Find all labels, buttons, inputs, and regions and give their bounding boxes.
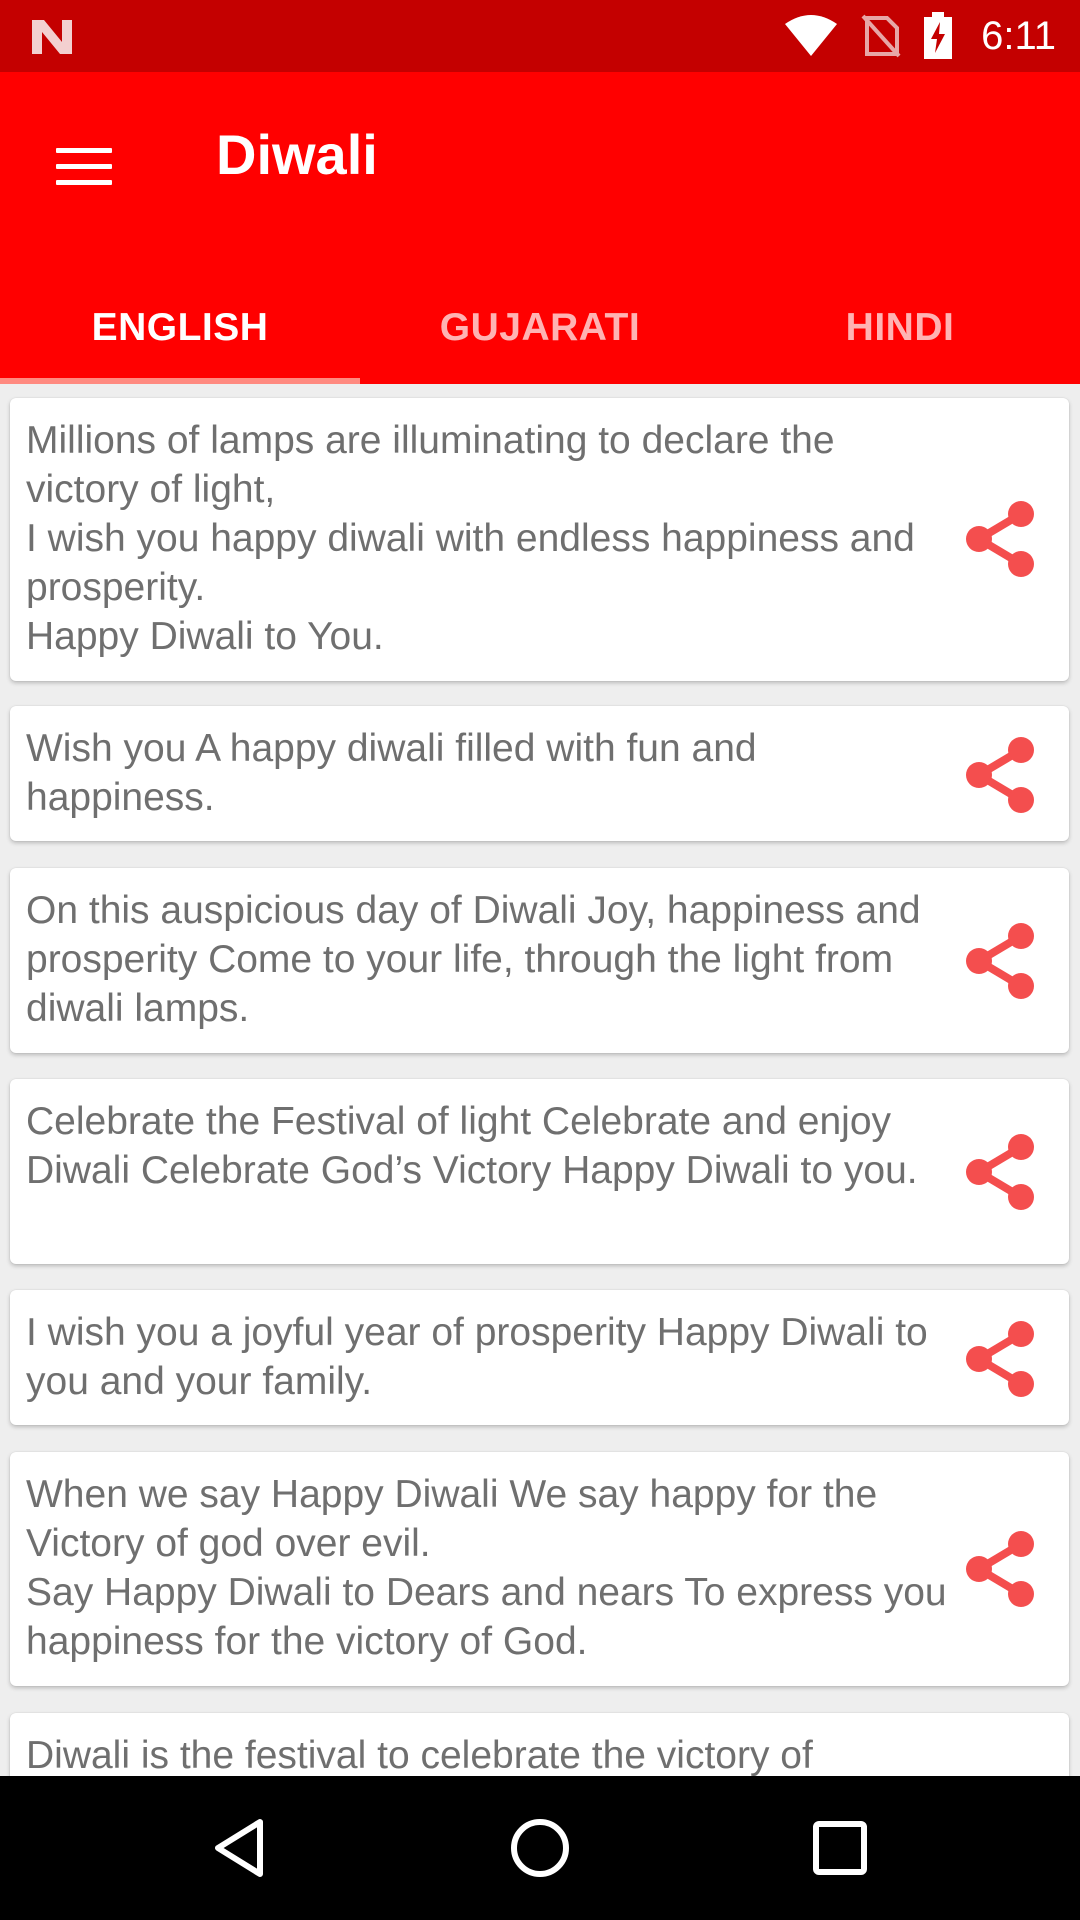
message-card: When we say Happy Diwali We say happy fo… [10, 1452, 1069, 1686]
back-icon[interactable] [204, 1812, 276, 1884]
message-card: I wish you a joyful year of prosperity H… [10, 1290, 1069, 1425]
status-bar: 6:11 [0, 0, 1080, 72]
share-icon[interactable] [961, 500, 1039, 578]
message-card: Millions of lamps are illuminating to de… [10, 398, 1069, 681]
navigation-bar [0, 1776, 1080, 1920]
notification-n-icon [32, 20, 72, 54]
message-text: Millions of lamps are illuminating to de… [26, 419, 915, 658]
share-icon[interactable] [961, 1530, 1039, 1608]
tab-gujarati-label: GUJARATI [439, 306, 641, 349]
message-card: Wish you A happy diwali filled with fun … [10, 706, 1069, 841]
message-text: Wish you A happy diwali filled with fun … [26, 727, 757, 819]
message-list[interactable]: Millions of lamps are illuminating to de… [0, 384, 1080, 1776]
share-icon[interactable] [961, 922, 1039, 1000]
tab-english[interactable]: ENGLISH [0, 272, 360, 384]
app-bar: Diwali ENGLISH GUJARATI HINDI [0, 72, 1080, 384]
home-icon[interactable] [504, 1812, 576, 1884]
message-text: I wish you a joyful year of prosperity H… [26, 1311, 928, 1403]
battery-charging-icon [924, 12, 953, 59]
no-sim-icon [861, 14, 901, 58]
message-card: Diwali is the festival to celebrate the … [10, 1713, 1069, 1776]
message-text: On this auspicious day of Diwali Joy, ha… [26, 889, 921, 1030]
tab-english-label: ENGLISH [91, 306, 269, 349]
recents-icon[interactable] [804, 1812, 876, 1884]
share-icon[interactable] [961, 736, 1039, 814]
share-icon[interactable] [961, 1133, 1039, 1211]
clock-time: 6:11 [981, 13, 1056, 58]
message-card: Celebrate the Festival of light Celebrat… [10, 1079, 1069, 1264]
message-text: When we say Happy Diwali We say happy fo… [26, 1473, 947, 1663]
tab-hindi-label: HINDI [845, 306, 955, 349]
wifi-icon [785, 15, 838, 56]
page-title: Diwali [216, 123, 378, 186]
message-text: Celebrate the Festival of light Celebrat… [26, 1100, 918, 1192]
tab-bar: ENGLISH GUJARATI HINDI [0, 272, 1080, 384]
tab-hindi[interactable]: HINDI [720, 272, 1080, 384]
hamburger-menu-icon[interactable] [48, 130, 120, 202]
share-icon[interactable] [961, 1320, 1039, 1398]
tab-gujarati[interactable]: GUJARATI [360, 272, 720, 384]
message-card: On this auspicious day of Diwali Joy, ha… [10, 868, 1069, 1053]
message-text: Diwali is the festival to celebrate the … [26, 1734, 813, 1776]
